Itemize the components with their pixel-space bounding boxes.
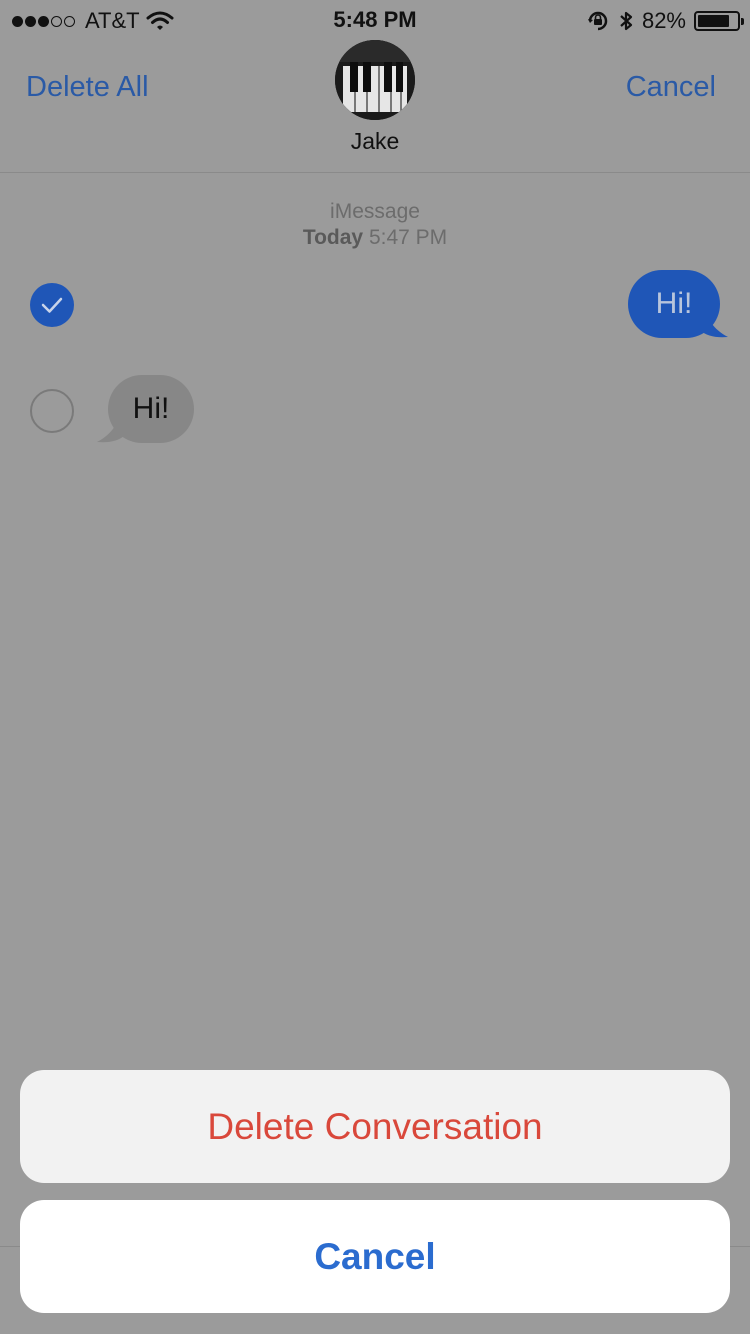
cancel-nav-button[interactable]: Cancel xyxy=(626,71,716,104)
rotation-lock-icon xyxy=(587,11,608,31)
service-label: iMessage xyxy=(330,200,420,223)
status-bar: AT&T 5:48 PM 82% xyxy=(0,0,750,40)
battery-fill xyxy=(698,15,730,27)
timestamp-time: 5:47 PM xyxy=(368,226,448,249)
bubble-tail xyxy=(700,300,728,338)
cancel-button[interactable]: Cancel xyxy=(20,1200,730,1313)
message-select-checkbox[interactable] xyxy=(30,283,74,327)
battery-percent: 82% xyxy=(641,8,686,33)
delete-conversation-button[interactable]: Delete Conversation xyxy=(20,1070,730,1183)
nav-bar: Delete All Jake Cancel xyxy=(0,40,750,173)
contact-avatar[interactable] xyxy=(335,40,415,120)
checkmark-icon xyxy=(41,297,63,313)
bluetooth-icon xyxy=(620,11,633,31)
message-text: Hi! xyxy=(655,287,693,320)
message-timestamp: Today 5:47 PM xyxy=(0,226,750,250)
contact-name[interactable]: Jake xyxy=(0,128,750,155)
piano-keys-avatar-image xyxy=(335,40,415,120)
battery-icon xyxy=(694,11,744,31)
status-right: 82% xyxy=(586,8,744,34)
bubble-tail xyxy=(97,405,125,443)
delete-all-button[interactable]: Delete All xyxy=(26,71,149,104)
message-text: Hi! xyxy=(132,392,170,425)
timestamp-day: Today xyxy=(302,226,364,249)
message-select-checkbox[interactable] xyxy=(30,389,74,433)
